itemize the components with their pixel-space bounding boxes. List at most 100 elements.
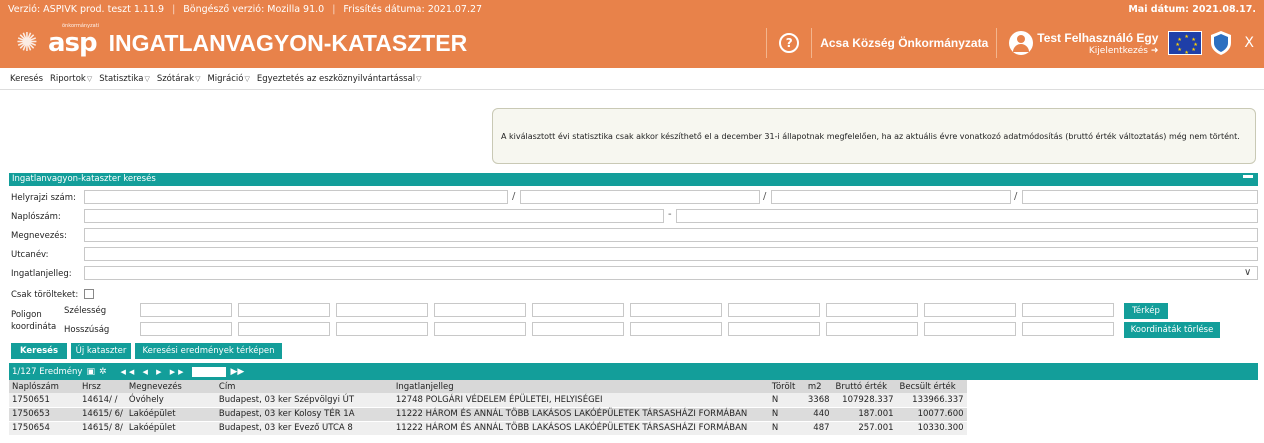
go-icon[interactable]: ▶▶ [230,367,244,377]
statistics-notice: A kiválasztott évi statisztika csak akko… [492,108,1256,164]
col-header[interactable]: Hrsz [79,380,126,393]
lon-field-9[interactable] [924,322,1016,336]
menu-item-statistics[interactable]: Statisztika▽ [99,74,150,84]
lon-field-7[interactable] [728,322,820,336]
menu-item-search[interactable]: Keresés [10,74,43,84]
lon-field-4[interactable] [434,322,526,336]
cell: Budapest, 03 ker Szépvölgyi ÚT [215,393,393,408]
menu-label: Riportok [50,73,86,84]
close-button[interactable]: X [1244,35,1254,51]
lon-field-6[interactable] [630,322,722,336]
shield-logo-icon [1211,31,1232,55]
slash: / [1014,191,1018,202]
lat-field-6[interactable] [630,303,722,317]
col-header[interactable]: Törölt [768,380,805,393]
results-table: Naplószám Hrsz Megnevezés Cím Ingatlanje… [9,380,967,436]
gear-icon[interactable]: ✲ [99,367,107,377]
results-header: 1/127 Eredmény ▣ ✲ ◀◀ ◀ ▶ ▶▶ ▶▶ [9,363,1258,380]
clear-coordinates-button[interactable]: Koordináták törlése [1124,322,1220,338]
cell: Óvóhely [125,393,216,408]
menu-label: Statisztika [99,73,144,84]
table-row[interactable]: 1750654 14615/ 8/ Lakóépület Budapest, 0… [9,421,967,436]
cell: 257.001 [832,421,897,436]
municipality-name: Acsa Község Önkormányzata [820,36,989,50]
lon-field-8[interactable] [826,322,918,336]
menu-item-dictionaries[interactable]: Szótárak▽ [157,74,201,84]
lat-field-2[interactable] [238,303,330,317]
cell: 11222 HÁROM ÉS ANNÁL TÖBB LAKÁSOS LAKÓÉP… [392,407,769,422]
street-input[interactable] [84,247,1258,261]
lon-field-5[interactable] [532,322,624,336]
cell: Budapest, 03 ker Evező UTCA 8 [215,421,393,436]
help-icon[interactable]: ? [779,33,800,53]
lat-field-4[interactable] [434,303,526,317]
header-right: ? Acsa Község Önkormányzata Test Felhasz… [758,18,1264,68]
results-count: 1/127 Eredmény [12,366,83,377]
col-header[interactable]: Naplószám [9,380,79,393]
lon-field-2[interactable] [238,322,330,336]
deleted-only-checkbox[interactable] [84,289,94,299]
page-input[interactable] [192,366,227,377]
menu-item-migration[interactable]: Migráció▽ [207,74,249,84]
lat-field-8[interactable] [826,303,918,317]
col-header[interactable]: Ingatlanjelleg [392,380,769,393]
naplo-label: Naplószám: [11,212,61,222]
separator: | [332,3,336,15]
search-panel-title: Ingatlanvagyon-kataszter keresés [9,173,1258,186]
lon-field-3[interactable] [336,322,428,336]
street-label: Utcanév: [11,250,49,260]
lat-field-9[interactable] [924,303,1016,317]
menu-label: Keresés [10,73,44,84]
cell: 11222 HÁROM ÉS ANNÁL TÖBB LAKÁSOS LAKÓÉP… [392,421,769,436]
dropdown-arrow-icon: ▽ [416,74,422,83]
lat-field-7[interactable] [728,303,820,317]
hrsz-field-4[interactable] [1022,190,1258,204]
col-header[interactable]: Becsült érték [896,380,967,393]
menu-item-reports[interactable]: Riportok▽ [50,74,92,84]
naplo-from-field[interactable] [84,209,664,223]
lat-field-10[interactable] [1022,303,1114,317]
lon-field-10[interactable] [1022,322,1114,336]
minimize-icon[interactable] [1243,175,1253,178]
table-row[interactable]: 1750653 14615/ 6/ Lakóépület Budapest, 0… [9,407,967,422]
logo-text: asp [48,28,98,58]
hrsz-field-2[interactable] [520,190,760,204]
naplo-to-field[interactable] [676,209,1258,223]
latitude-label: Szélesség [64,306,107,316]
slash: / [763,191,767,202]
pagination-icon[interactable]: ◀◀ ◀ ▶ ▶▶ [121,368,187,376]
divider [766,28,768,58]
col-header[interactable]: m2 [804,380,833,393]
name-input[interactable] [84,228,1258,242]
chevron-down-icon[interactable]: ∨ [1244,267,1251,278]
divider [811,28,813,58]
lat-field-5[interactable] [532,303,624,317]
save-icon[interactable]: ▣ [86,367,95,377]
menu-item-reconciliation[interactable]: Egyeztetés az eszköznyilvántartással▽ [257,74,422,84]
cell: 1750653 [9,407,79,422]
col-header[interactable]: Megnevezés [125,380,216,393]
col-header[interactable]: Bruttó érték [832,380,897,393]
lat-field-1[interactable] [140,303,232,317]
cell: 10330.300 [896,421,967,436]
map-results-button[interactable]: Keresési eredmények térképen [135,343,282,359]
map-button[interactable]: Térkép [1124,303,1168,319]
asp-logo[interactable]: ✺ asp [16,28,98,58]
cell: Lakóépület [125,421,216,436]
col-header[interactable]: Cím [215,380,393,393]
search-button[interactable]: Keresés [11,343,67,359]
update-date-text: Frissítés dátuma: 2021.07.27 [343,3,483,15]
cell: 487 [804,421,833,436]
new-cadastre-button[interactable]: Új kataszter [71,343,131,359]
property-type-select[interactable] [84,266,1258,280]
cell: 12748 POLGÁRI VÉDELEM ÉPÜLETEI, HELYISÉG… [392,393,769,408]
cell: 10077.600 [896,407,967,422]
hrsz-field-3[interactable] [771,190,1011,204]
hrsz-field-1[interactable] [84,190,508,204]
lat-field-3[interactable] [336,303,428,317]
logout-link[interactable]: Kijelentkezés ➜ [1089,46,1159,56]
lon-field-1[interactable] [140,322,232,336]
table-row[interactable]: 1750651 14614/ / Óvóhely Budapest, 03 ke… [9,393,967,408]
deleted-only-label: Csak törölteket: [11,290,79,300]
user-avatar-icon [1009,31,1034,55]
